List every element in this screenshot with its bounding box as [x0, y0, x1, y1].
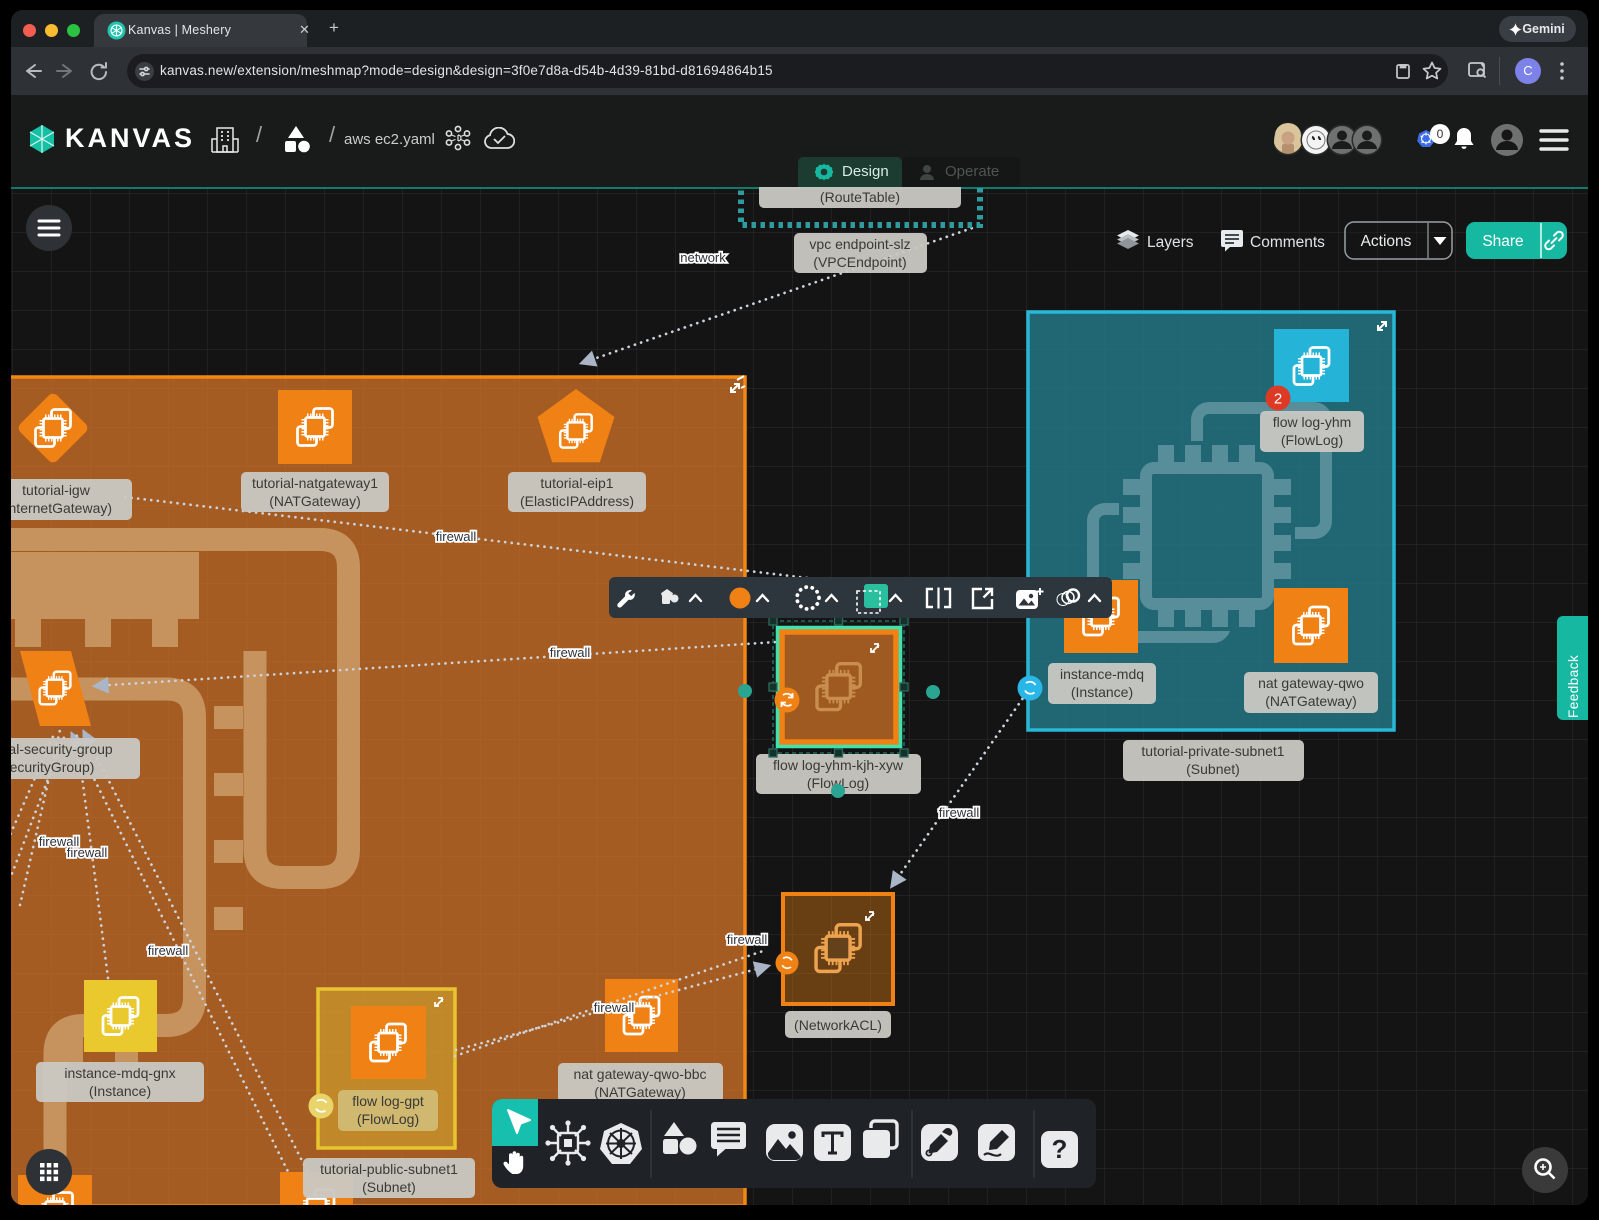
- svg-text:firewall: firewall: [727, 932, 768, 947]
- svg-text:firewall: firewall: [148, 943, 189, 958]
- svg-text:?: ?: [1052, 1134, 1068, 1164]
- svg-text:flow log-yhm-kjh-xyw: flow log-yhm-kjh-xyw: [773, 757, 904, 773]
- svg-text:tutorial-eip1: tutorial-eip1: [540, 475, 613, 491]
- svg-text:Actions: Actions: [1361, 233, 1412, 250]
- svg-text:tutorial-security-group: tutorial-security-group: [11, 741, 113, 757]
- svg-text:(InternetGateway): (InternetGateway): [11, 500, 112, 516]
- svg-text:Feedback: Feedback: [1566, 655, 1581, 718]
- svg-text:nat gateway-qwo-bbc: nat gateway-qwo-bbc: [573, 1066, 706, 1082]
- svg-text:Comments: Comments: [1250, 234, 1325, 251]
- svg-text:Layers: Layers: [1147, 234, 1194, 251]
- svg-text:0: 0: [1437, 127, 1444, 141]
- svg-text:(NATGateway): (NATGateway): [269, 493, 361, 509]
- svg-text:firewall: firewall: [550, 645, 591, 660]
- svg-text:(NATGateway): (NATGateway): [594, 1084, 686, 1100]
- svg-text:instance-mdq-gnx: instance-mdq-gnx: [64, 1065, 175, 1081]
- svg-text:firewall: firewall: [939, 805, 980, 820]
- svg-text:firewall: firewall: [594, 1000, 635, 1015]
- svg-text:flow log-yhm: flow log-yhm: [1273, 414, 1352, 430]
- svg-text:(VPCEndpoint): (VPCEndpoint): [813, 254, 906, 270]
- svg-text:(NetworkACL): (NetworkACL): [794, 1017, 882, 1033]
- svg-text:(Subnet): (Subnet): [362, 1179, 416, 1195]
- svg-text:(NATGateway): (NATGateway): [1265, 693, 1357, 709]
- svg-text:flow log-gpt: flow log-gpt: [352, 1093, 424, 1109]
- svg-text:(Subnet): (Subnet): [1186, 761, 1240, 777]
- svg-text:2: 2: [1274, 391, 1282, 408]
- svg-text:nat gateway-qwo: nat gateway-qwo: [1258, 675, 1364, 691]
- svg-text:instance-mdq: instance-mdq: [1060, 666, 1144, 682]
- svg-text:firewall: firewall: [67, 845, 108, 860]
- svg-text:(ElasticIPAddress): (ElasticIPAddress): [520, 493, 634, 509]
- svg-text:tutorial-natgateway1: tutorial-natgateway1: [252, 475, 378, 491]
- svg-text:(FlowLog): (FlowLog): [357, 1111, 419, 1127]
- svg-text:firewall: firewall: [436, 529, 477, 544]
- svg-text:vpc endpoint-slz: vpc endpoint-slz: [809, 236, 910, 252]
- svg-text:(RouteTable): (RouteTable): [820, 189, 900, 205]
- svg-text:(Instance): (Instance): [89, 1083, 151, 1099]
- svg-text:(FlowLog): (FlowLog): [1281, 432, 1343, 448]
- svg-text:network: network: [680, 250, 726, 265]
- svg-text:Share: Share: [1482, 233, 1523, 250]
- svg-text:(SecurityGroup): (SecurityGroup): [11, 759, 94, 775]
- svg-text:(Instance): (Instance): [1071, 684, 1133, 700]
- svg-text:tutorial-public-subnet1: tutorial-public-subnet1: [320, 1161, 458, 1177]
- svg-text:tutorial-igw: tutorial-igw: [22, 482, 91, 498]
- svg-text:tutorial-private-subnet1: tutorial-private-subnet1: [1141, 743, 1284, 759]
